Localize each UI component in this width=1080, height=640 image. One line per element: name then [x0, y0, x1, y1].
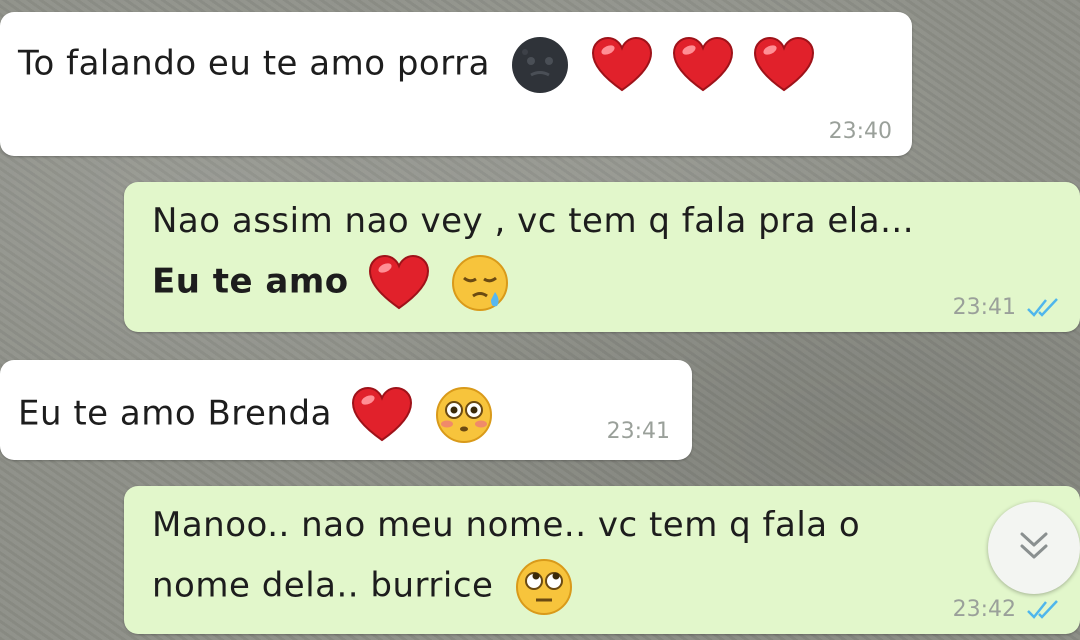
message-line: Eu te amo Brenda — [18, 384, 692, 446]
message-line: nome dela.. burrice — [152, 556, 1080, 618]
message-meta: 23:41 — [953, 295, 1060, 320]
message-bubble-incoming[interactable]: Eu te amo Brenda 23:41 — [0, 360, 692, 460]
scroll-down-button[interactable] — [988, 502, 1080, 594]
message-time: 23:41 — [606, 419, 670, 444]
message-line: Manoo.. nao meu nome.. vc tem q fala o — [152, 502, 1080, 548]
double-check-icon — [1026, 297, 1060, 319]
message-bubble-outgoing[interactable]: Nao assim nao vey , vc tem q fala pra el… — [124, 182, 1080, 332]
message-line: Nao assim nao vey , vc tem q fala pra el… — [152, 198, 1080, 244]
message-time: 23:40 — [828, 119, 892, 144]
message-text: To falando eu te amo porra — [18, 43, 490, 84]
message-line: To falando eu te amo porra — [18, 34, 912, 96]
message-text: Eu te amo Brenda — [18, 393, 332, 434]
red-heart-emoji — [368, 254, 430, 312]
message-meta: 23:41 — [607, 419, 670, 444]
message-text: Manoo.. nao meu nome.. vc tem q fala o — [152, 505, 861, 545]
message-line: Eu te amo — [152, 252, 1080, 314]
message-text: nome dela.. burrice — [152, 565, 494, 606]
sleepy-face-emoji — [449, 252, 511, 314]
red-heart-emoji — [351, 386, 413, 444]
red-heart-emoji — [753, 36, 815, 94]
double-chevron-down-icon — [1014, 528, 1054, 568]
message-bubble-outgoing[interactable]: Manoo.. nao meu nome.. vc tem q fala o n… — [124, 486, 1080, 634]
message-text: Nao assim nao vey , vc tem q fala pra el… — [152, 201, 914, 241]
message-meta: 23:42 — [953, 597, 1060, 622]
message-time: 23:41 — [952, 295, 1016, 320]
message-text: Eu te amo — [152, 261, 349, 302]
message-time: 23:42 — [952, 597, 1016, 622]
red-heart-emoji — [672, 36, 734, 94]
red-heart-emoji — [591, 36, 653, 94]
double-check-icon — [1026, 599, 1060, 621]
message-meta: 23:40 — [829, 119, 892, 144]
flushed-face-emoji — [433, 384, 495, 446]
rolling-eyes-emoji — [513, 556, 575, 618]
message-bubble-incoming[interactable]: To falando eu te amo porra 23:40 — [0, 12, 912, 156]
new-moon-face-emoji — [509, 34, 571, 96]
chat-area: To falando eu te amo porra 23:40 Nao ass… — [0, 0, 1080, 640]
